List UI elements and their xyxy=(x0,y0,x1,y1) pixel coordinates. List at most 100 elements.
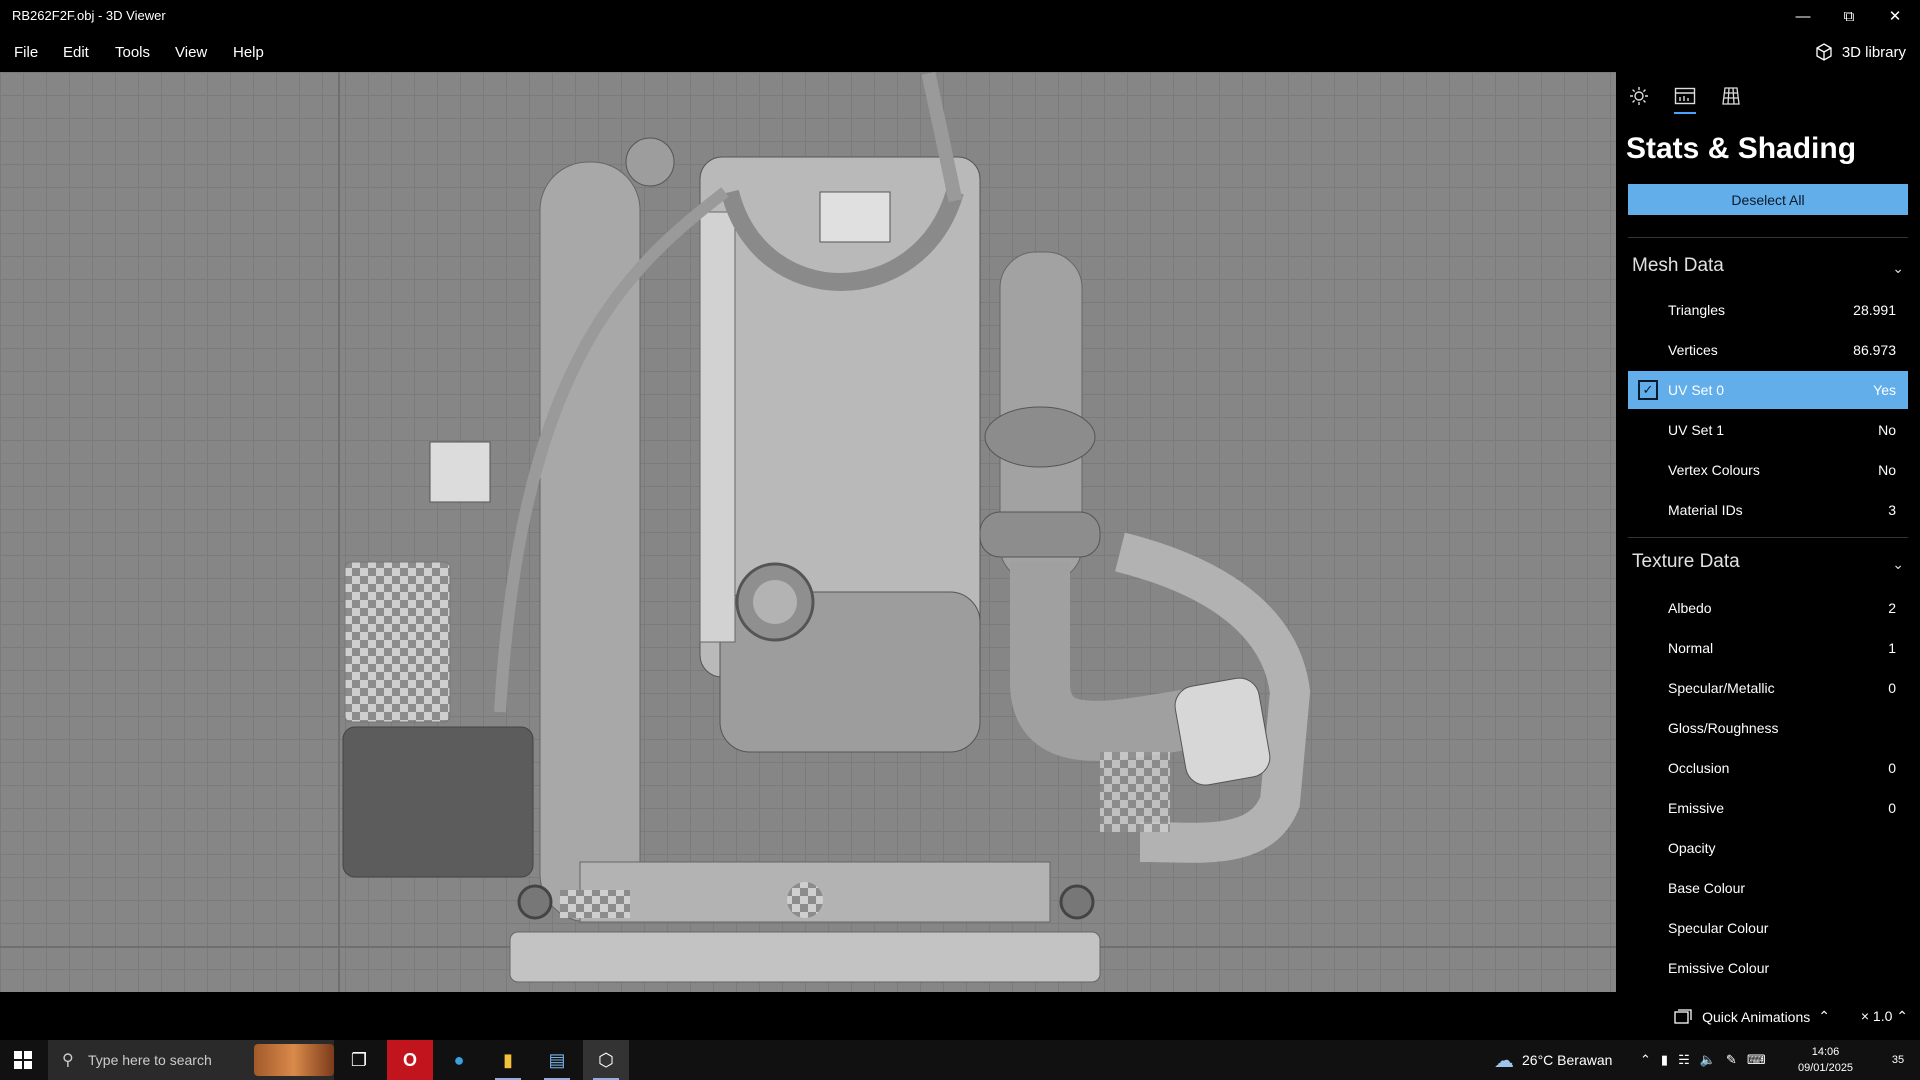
stat-row[interactable]: Emissive 0 xyxy=(1628,789,1908,827)
stats-shading-tab[interactable] xyxy=(1672,82,1698,114)
divider xyxy=(1628,537,1908,538)
stat-label: Specular Colour xyxy=(1668,920,1769,936)
texture-data-section[interactable]: Texture Data xyxy=(1632,551,1740,573)
stat-value: 0 xyxy=(1888,680,1896,696)
mesh-grid-tab[interactable] xyxy=(1718,82,1744,110)
quick-animations-button[interactable]: Quick Animations ⌃ xyxy=(1674,1008,1830,1025)
battery-icon[interactable]: ▮ xyxy=(1661,1052,1668,1068)
stat-row[interactable]: Specular Colour xyxy=(1628,909,1908,947)
stat-row[interactable]: Base Colour xyxy=(1628,869,1908,907)
weather-widget[interactable]: ☁ 26°C Berawan xyxy=(1494,1040,1612,1080)
stat-value: Yes xyxy=(1873,382,1896,398)
stat-row[interactable]: Triangles 28.991 xyxy=(1628,291,1908,329)
search-placeholder: Type here to search xyxy=(88,1052,212,1068)
windows-start-icon[interactable] xyxy=(0,1040,46,1080)
menu-edit[interactable]: Edit xyxy=(63,44,89,61)
stat-row[interactable]: Material IDs 3 xyxy=(1628,491,1908,529)
stat-label: Normal xyxy=(1668,640,1714,656)
engine-model[interactable] xyxy=(0,72,1616,992)
stat-label: Emissive xyxy=(1668,800,1725,816)
close-button[interactable]: ✕ xyxy=(1872,0,1918,32)
3d-viewport[interactable] xyxy=(0,72,1616,992)
opera-icon[interactable]: O xyxy=(387,1040,433,1080)
remote-desktop-icon[interactable]: ▤ xyxy=(534,1040,580,1080)
checkbox-icon[interactable]: ✓ xyxy=(1638,380,1658,400)
stat-label: Material IDs xyxy=(1668,502,1743,518)
chevron-down-icon[interactable]: ⌄ xyxy=(1892,260,1904,277)
3d-library-label: 3D library xyxy=(1841,43,1906,61)
stat-label: UV Set 1 xyxy=(1668,422,1725,438)
menu-view[interactable]: View xyxy=(175,44,207,61)
stat-row[interactable]: Vertex Colours No xyxy=(1628,451,1908,489)
keyboard-icon[interactable]: ⌨ xyxy=(1747,1052,1766,1068)
notification-count: 35 xyxy=(1891,1054,1905,1066)
stat-row[interactable]: Normal 1 xyxy=(1628,629,1908,667)
3d-viewer-taskbar-icon[interactable]: ⬡ xyxy=(583,1040,629,1080)
stat-value: 0 xyxy=(1888,800,1896,816)
taskbar: ⚲ Type here to search ❐ O ● ▮ ▤ ⬡ ☁ 26°C… xyxy=(0,1040,1920,1080)
quick-animations-label: Quick Animations xyxy=(1702,1008,1811,1025)
minimize-button[interactable]: — xyxy=(1780,0,1826,32)
search-icon: ⚲ xyxy=(62,1052,74,1069)
task-view-icon[interactable]: ❐ xyxy=(336,1040,382,1080)
stat-label: Opacity xyxy=(1668,840,1716,856)
stat-row[interactable]: Albedo 2 xyxy=(1628,589,1908,627)
menu-bar: File Edit Tools View Help 3D library xyxy=(0,32,1920,72)
clock[interactable]: 14:06 09/01/2025 xyxy=(1798,1044,1853,1076)
notification-center[interactable]: 35 xyxy=(1886,1048,1910,1072)
chevron-down-icon[interactable]: ⌄ xyxy=(1892,556,1904,573)
stat-row[interactable]: Opacity xyxy=(1628,829,1908,867)
stat-value: No xyxy=(1878,422,1896,438)
stat-label: Albedo xyxy=(1668,600,1712,616)
clock-time: 14:06 xyxy=(1811,1046,1840,1058)
zoom-level[interactable]: × 1.0 ⌃ xyxy=(1861,1008,1908,1025)
panel-title: Stats & Shading xyxy=(1626,132,1857,165)
stat-value: No xyxy=(1878,462,1896,478)
stat-row[interactable]: Occlusion 0 xyxy=(1628,749,1908,787)
stat-row[interactable]: Emissive Colour xyxy=(1628,949,1908,987)
menu-tools[interactable]: Tools xyxy=(115,44,150,61)
restore-button[interactable]: ⧉ xyxy=(1826,0,1872,32)
cube-icon xyxy=(1816,43,1832,61)
cloud-icon: ☁ xyxy=(1494,1049,1514,1072)
window-title: RB262F2F.obj - 3D Viewer xyxy=(12,8,166,23)
search-highlight-image xyxy=(254,1044,334,1076)
status-bar: Quick Animations ⌃ × 1.0 ⌃ xyxy=(0,992,1920,1040)
stat-label: Occlusion xyxy=(1668,760,1730,776)
zoom-value: × 1.0 xyxy=(1860,1008,1893,1024)
grid-icon xyxy=(1722,87,1740,105)
deselect-all-button[interactable]: Deselect All xyxy=(1628,184,1908,215)
clock-date: 09/01/2025 xyxy=(1798,1062,1854,1074)
stat-row[interactable]: Vertices 86.973 xyxy=(1628,331,1908,369)
stat-value: 0 xyxy=(1888,760,1896,776)
stat-value: 2 xyxy=(1888,600,1896,616)
mesh-data-section[interactable]: Mesh Data xyxy=(1632,255,1724,277)
chevron-up-icon[interactable]: ⌃ xyxy=(1640,1052,1651,1068)
stat-value: 3 xyxy=(1888,502,1896,518)
stat-label: UV Set 0 xyxy=(1668,382,1725,398)
taskbar-search[interactable]: ⚲ Type here to search xyxy=(48,1040,334,1080)
stat-label: Base Colour xyxy=(1668,880,1746,896)
stat-row[interactable]: ✓ UV Set 0 Yes xyxy=(1628,371,1908,409)
stat-row[interactable]: Specular/Metallic 0 xyxy=(1628,669,1908,707)
3d-library-button[interactable]: 3D library xyxy=(1814,42,1906,62)
stat-value: 28.991 xyxy=(1853,302,1896,318)
file-explorer-icon[interactable]: ▮ xyxy=(485,1040,531,1080)
menu-help[interactable]: Help xyxy=(233,44,264,61)
stats-icon xyxy=(1674,87,1696,105)
divider xyxy=(1628,237,1908,238)
wifi-icon[interactable]: ☵ xyxy=(1678,1052,1690,1068)
volume-icon[interactable]: 🔈 xyxy=(1700,1052,1716,1068)
stat-label: Triangles xyxy=(1668,302,1726,318)
stat-label: Vertex Colours xyxy=(1668,462,1760,478)
stat-label: Specular/Metallic xyxy=(1668,680,1775,696)
stat-row[interactable]: Gloss/Roughness xyxy=(1628,709,1908,747)
stat-row[interactable]: UV Set 1 No xyxy=(1628,411,1908,449)
menu-file[interactable]: File xyxy=(14,44,38,61)
edge-icon[interactable]: ● xyxy=(436,1040,482,1080)
system-tray: ⌃ ▮ ☵ 🔈 ✎ ⌨ xyxy=(1640,1040,1766,1080)
stats-panel: Stats & Shading Deselect All Mesh Data ⌄… xyxy=(1616,72,1920,992)
lighting-tab[interactable] xyxy=(1626,82,1652,110)
stat-value: 86.973 xyxy=(1853,342,1896,358)
pen-icon[interactable]: ✎ xyxy=(1726,1052,1737,1068)
